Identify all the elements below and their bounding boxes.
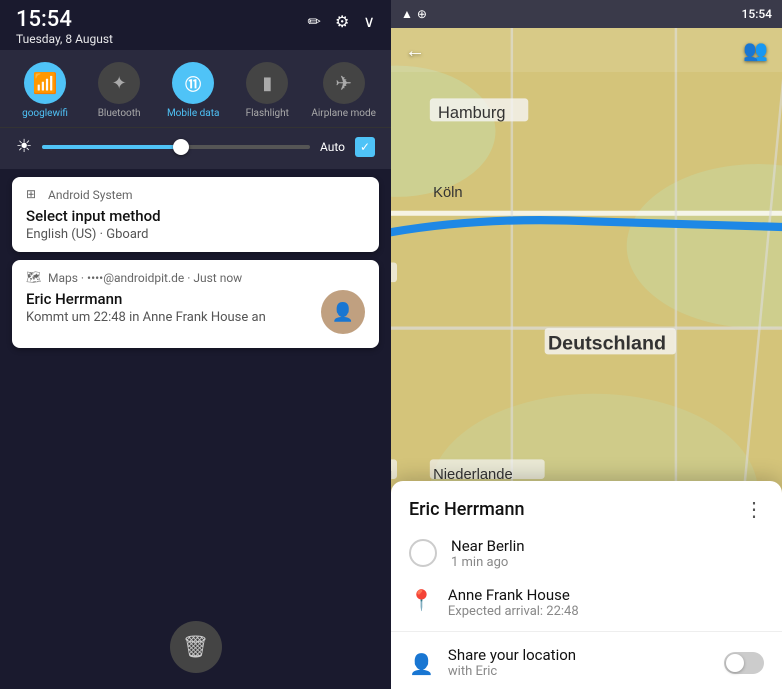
left-panel: 15:54 Tuesday, 8 August ✏ ⚙ ∨ 📶 googlewi… [0,0,391,689]
brightness-icon: ☀ [16,136,32,157]
status-bar-right: ▲ ⊕ 15:54 [391,0,782,28]
wifi-label: googlewifi [22,108,68,119]
near-berlin-row: Near Berlin 1 min ago [391,529,782,578]
status-date: Tuesday, 8 August [16,32,113,46]
flashlight-icon-wrap: ▮ [246,62,288,104]
bluetooth-icon: ✦ [112,73,127,94]
maps-icon: 🗺 [26,270,42,286]
share-person-icon: 👤 [409,652,434,676]
status-icons: ✏ ⚙ ∨ [308,12,375,31]
airplanemode-label: Airplane mode [311,108,376,119]
toggle-googlewifi[interactable]: 📶 googlewifi [15,62,75,119]
settings-icon[interactable]: ⚙ [335,12,349,31]
edit-icon[interactable]: ✏ [308,12,321,31]
notif2-body: Kommt um 22:48 in Anne Frank House an [26,310,266,325]
svg-text:Deutschland: Deutschland [548,332,666,354]
share-location-sub: with Eric [448,664,576,679]
card-header: Eric Herrmann ⋮ [391,481,782,529]
notif1-title: Select input method [26,207,365,225]
toggle-mobiledata[interactable]: ⑪ Mobile data [163,62,223,119]
brightness-fill [42,145,181,149]
quick-toggles: 📶 googlewifi ✦ Bluetooth ⑪ Mobile data ▮… [0,50,391,127]
chevron-down-icon[interactable]: ∨ [363,12,375,31]
trash-icon: 🗑 [182,635,210,660]
toggle-airplanemode[interactable]: ✈ Airplane mode [311,62,376,119]
notification-android-system[interactable]: ⊞ Android System Select input method Eng… [12,177,379,252]
location-circle-icon [409,539,437,567]
share-location-title: Share your location [448,646,576,664]
notif1-body: English (US) · Gboard [26,227,365,242]
right-panel: ▲ ⊕ 15:54 ← 👥 [391,0,782,689]
brightness-row: ☀ Auto ✓ [0,127,391,169]
mobiledata-label: Mobile data [167,108,220,119]
notification-maps[interactable]: 🗺 Maps · ••••@androidpit.de · Just now E… [12,260,379,348]
avatar: 👤 [321,290,365,334]
near-berlin-content: Near Berlin 1 min ago [451,537,525,570]
flashlight-icon: ▮ [262,73,272,94]
toggle-bluetooth[interactable]: ✦ Bluetooth [89,62,149,119]
wifi-icon-wrap: 📶 [24,62,66,104]
near-berlin-sub: 1 min ago [451,555,525,570]
right-status-time: 15:54 [742,7,772,21]
bluetooth-label: Bluetooth [98,108,141,119]
wifi-status-icon: ⊕ [417,7,427,21]
mobiledata-icon: ⑪ [185,71,201,95]
brightness-slider[interactable] [42,145,310,149]
anne-frank-title: Anne Frank House [448,586,579,604]
share-location-toggle[interactable] [724,652,764,674]
clear-notifications-button[interactable]: 🗑 [170,621,222,673]
map-back-button[interactable]: ← [405,38,425,63]
mobiledata-icon-wrap: ⑪ [172,62,214,104]
notif2-title: Eric Herrmann [26,290,266,308]
card-menu-button[interactable]: ⋮ [744,497,764,521]
destination-pin-icon: 📍 [409,588,434,612]
android-system-icon: ⊞ [26,187,42,203]
flashlight-label: Flashlight [246,108,289,119]
airplane-icon: ✈ [335,71,352,95]
near-berlin-title: Near Berlin [451,537,525,555]
share-location-left: 👤 Share your location with Eric [409,646,576,679]
svg-text:Hamburg: Hamburg [438,104,505,122]
contact-name: Eric Herrmann [409,499,525,520]
map-top-bar: ← 👥 [391,28,782,72]
map-share-button[interactable]: 👥 [743,38,768,62]
signal-icon: ▲ [401,7,413,21]
airplane-icon-wrap: ✈ [323,62,365,104]
notif2-meta: Maps · ••••@androidpit.de · Just now [48,271,365,285]
anne-frank-content: Anne Frank House Expected arrival: 22:48 [448,586,579,619]
card-divider [391,631,782,632]
share-location-row: 👤 Share your location with Eric [391,636,782,689]
status-time: 15:54 [16,8,113,32]
bluetooth-icon-wrap: ✦ [98,62,140,104]
notifications-area: ⊞ Android System Select input method Eng… [0,169,391,605]
right-status-left: ▲ ⊕ [401,7,427,21]
bottom-card: Eric Herrmann ⋮ Near Berlin 1 min ago 📍 … [391,481,782,689]
trash-area: 🗑 [0,605,391,689]
toggle-knob [726,654,744,672]
anne-frank-sub: Expected arrival: 22:48 [448,604,579,619]
auto-checkbox[interactable]: ✓ [355,137,375,157]
notif1-header: ⊞ Android System [26,187,365,203]
brightness-thumb [173,139,189,155]
notif2-header: 🗺 Maps · ••••@androidpit.de · Just now [26,270,365,286]
wifi-icon: 📶 [33,71,58,95]
svg-text:Köln: Köln [433,185,463,201]
toggle-flashlight[interactable]: ▮ Flashlight [237,62,297,119]
status-bar-left: 15:54 Tuesday, 8 August ✏ ⚙ ∨ [0,0,391,50]
auto-label: Auto [320,140,345,154]
anne-frank-row: 📍 Anne Frank House Expected arrival: 22:… [391,578,782,627]
notif1-app-name: Android System [48,188,365,202]
